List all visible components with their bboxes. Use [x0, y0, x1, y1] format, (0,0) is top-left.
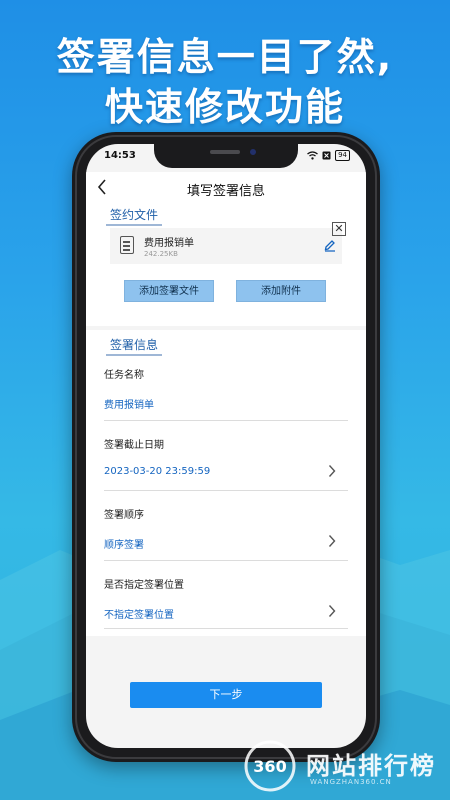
promo-headline-line1: 签署信息一目了然,: [56, 35, 394, 79]
sign-info-card: 签署信息 任务名称 费用报销单 签署截止日期 2023-03-20 23:59:…: [86, 330, 366, 636]
watermark-site-name: 网站排行榜: [306, 752, 436, 780]
status-time: 14:53: [104, 150, 136, 161]
remove-file-close-icon[interactable]: ✕: [332, 222, 346, 236]
logo-badge-text: 360: [253, 757, 286, 776]
add-sign-file-button[interactable]: 添加签署文件: [124, 280, 214, 302]
notch: [154, 144, 298, 168]
phone-frame: 14:53 94 填写签署信息 签约文件 费用报销单 242.25KB ✕ 添加…: [72, 132, 380, 762]
add-attachment-button[interactable]: 添加附件: [236, 280, 326, 302]
speaker: [210, 150, 240, 154]
sign-position-value[interactable]: 不指定签署位置: [104, 606, 174, 621]
chevron-right-icon[interactable]: [328, 464, 336, 478]
contract-files-card: 签约文件: [86, 202, 366, 326]
sim-icon: [322, 151, 331, 160]
task-name-label: 任务名称: [104, 370, 144, 381]
document-icon: [120, 236, 134, 254]
chevron-right-icon[interactable]: [328, 534, 336, 548]
edit-pencil-icon[interactable]: [324, 238, 336, 252]
next-step-button[interactable]: 下一步: [130, 682, 322, 708]
sign-order-value[interactable]: 顺序签署: [104, 536, 144, 551]
camera-dot: [250, 149, 256, 155]
file-size: 242.25KB: [144, 250, 178, 258]
360-logo-icon: 360: [244, 740, 296, 792]
file-item[interactable]: 费用报销单 242.25KB: [110, 228, 342, 264]
file-name: 费用报销单: [144, 238, 194, 249]
phone-screen: 14:53 94 填写签署信息 签约文件 费用报销单 242.25KB ✕ 添加…: [86, 144, 366, 748]
status-icons: 94: [307, 150, 350, 161]
deadline-label: 签署截止日期: [104, 440, 164, 451]
divider: [104, 628, 348, 629]
task-name-value[interactable]: 费用报销单: [104, 396, 154, 411]
divider: [104, 560, 348, 561]
navbar: 填写签署信息: [86, 172, 366, 202]
deadline-value[interactable]: 2023-03-20 23:59:59: [104, 466, 210, 477]
promo-headline-line2: 快速修改功能: [104, 85, 345, 129]
watermark-domain: WANGZHAN360.CN: [310, 778, 392, 786]
sign-position-label: 是否指定签署位置: [104, 580, 184, 591]
chevron-right-icon[interactable]: [328, 604, 336, 618]
sign-info-section-label: 签署信息: [106, 336, 163, 356]
sign-order-label: 签署顺序: [104, 510, 144, 521]
divider: [104, 490, 348, 491]
battery-indicator: 94: [335, 150, 350, 161]
divider: [104, 420, 348, 421]
wifi-icon: [307, 151, 318, 160]
page-title: 填写签署信息: [186, 184, 265, 199]
contract-files-section-label: 签约文件: [106, 206, 163, 226]
